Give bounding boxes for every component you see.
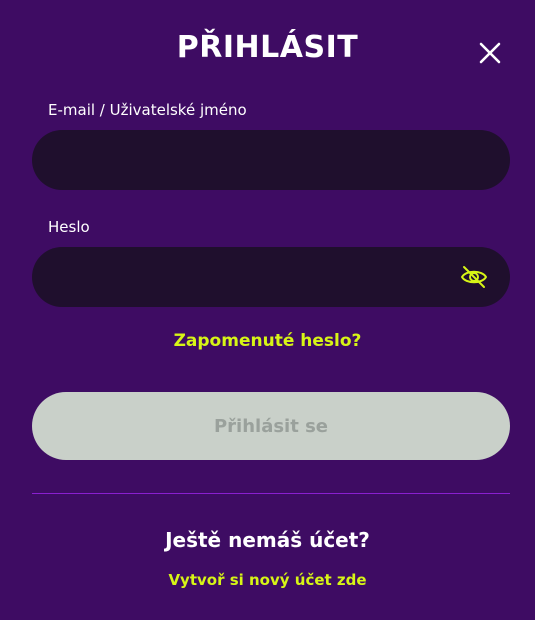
create-account-link[interactable]: Vytvoř si nový účet zde <box>0 571 535 589</box>
email-field-wrapper <box>32 130 510 192</box>
forgot-password-link[interactable]: Zapomenuté heslo? <box>0 331 535 351</box>
modal-title: PŘIHLÁSIT <box>176 30 359 65</box>
email-label: E-mail / Uživatelské jméno <box>48 101 247 119</box>
login-modal: PŘIHLÁSIT E-mail / Uživatelské jméno Hes… <box>0 0 535 620</box>
password-field-wrapper <box>32 247 510 309</box>
close-icon[interactable] <box>478 41 502 65</box>
no-account-prompt: Ještě nemáš účet? <box>165 528 370 552</box>
password-field[interactable] <box>54 247 468 309</box>
login-button[interactable]: Přihlásit se <box>32 392 510 460</box>
eye-slash-icon[interactable] <box>460 264 488 290</box>
divider <box>32 493 510 494</box>
password-label: Heslo <box>48 218 90 236</box>
email-field[interactable] <box>54 130 468 192</box>
